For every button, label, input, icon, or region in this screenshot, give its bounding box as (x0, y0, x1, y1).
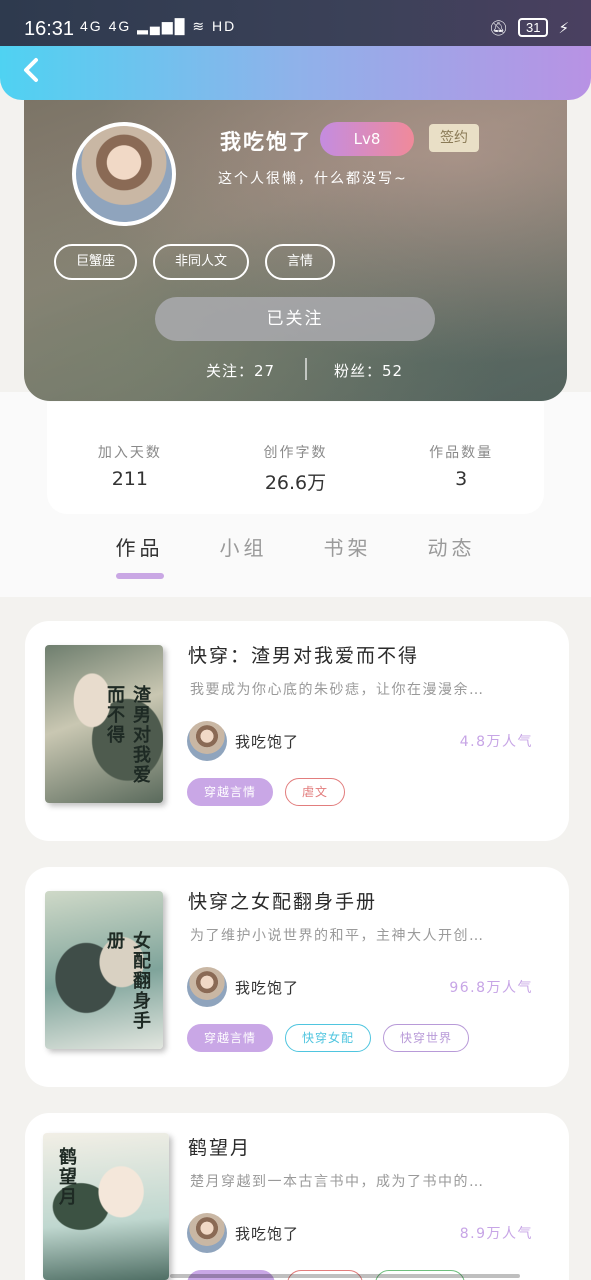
charging-icon: ⚡︎ (558, 18, 569, 37)
avatar[interactable] (72, 122, 176, 226)
popularity: 8.9万人气 (459, 1226, 533, 1242)
author-row: 我吃饱了 8.9万人气 (187, 1213, 547, 1253)
book-card[interactable]: 渣男对我爱而不得 快穿：渣男对我爱而不得 我要成为你心底的朱砂痣，让你在漫漫余…… (25, 621, 569, 841)
stat-label: 作品数量 (429, 445, 494, 461)
header-bar (0, 46, 591, 100)
author-name[interactable]: 我吃饱了 (235, 731, 299, 752)
stat-join-days: 加入天数 211 (60, 442, 200, 514)
tab-groups[interactable]: 小组 (220, 532, 268, 575)
battery-icon: 31 (517, 18, 549, 37)
book-title[interactable]: 快穿：渣男对我爱而不得 (188, 641, 419, 668)
book-tags: 穿越言情 快穿女配 快穿世界 (187, 1024, 470, 1052)
mute-icon: 🔕︎ (488, 18, 508, 37)
signal-icon: 4G 4G ▂▄▆█ ≋ HD (80, 18, 237, 34)
username: 我吃饱了 (220, 130, 312, 154)
home-indicator[interactable] (170, 1274, 520, 1278)
cover-title: 女配翻身手册 (104, 931, 151, 1031)
genre-tag[interactable]: 虐文 (285, 778, 346, 806)
stat-label: 加入天数 (97, 445, 162, 461)
stat-label: 创作字数 (263, 445, 328, 461)
book-tags: 穿越言情 虐文 (187, 778, 346, 806)
book-cover[interactable]: 鹤望月 (43, 1133, 169, 1280)
status-right: 🔕︎ 31 ⚡︎ (489, 18, 569, 37)
follow-stats: 关注：27 粉丝：52 (24, 356, 567, 386)
tab-bookshelf[interactable]: 书架 (324, 532, 372, 575)
tab-bar: 作品 小组 书架 动态 (0, 532, 591, 579)
profile-tag: 言情 (265, 244, 336, 280)
book-title[interactable]: 鹤望月 (188, 1133, 251, 1160)
book-card[interactable]: 女配翻身手册 快穿之女配翻身手册 为了维护小说世界的和平，主神大人开创… 我吃饱… (25, 867, 569, 1087)
bio: 这个人很懒，什么都没写~ (218, 171, 408, 187)
stat-value: 3 (455, 468, 468, 490)
book-desc: 我要成为你心底的朱砂痣，让你在漫漫余… (190, 682, 485, 698)
cover-title: 渣男对我爱而不得 (104, 685, 151, 785)
tab-active-indicator (115, 573, 164, 579)
stats-card: 加入天数 211 创作字数 26.6万 作品数量 3 (47, 402, 544, 514)
stat-works-count: 作品数量 3 (391, 442, 531, 514)
author-row: 我吃饱了 4.8万人气 (187, 721, 547, 761)
profile-tags: 巨蟹座 非同人文 言情 (54, 244, 336, 280)
stat-word-count: 创作字数 26.6万 (225, 442, 365, 514)
back-arrow-icon (24, 58, 38, 82)
divider (305, 358, 307, 380)
genre-tag[interactable]: 快穿世界 (383, 1024, 470, 1052)
book-desc: 为了维护小说世界的和平，主神大人开创… (190, 928, 485, 944)
genre-tag[interactable]: 快穿女配 (285, 1024, 372, 1052)
book-cover[interactable]: 女配翻身手册 (45, 891, 163, 1049)
avatar[interactable] (187, 721, 227, 761)
stat-value: 211 (111, 468, 148, 490)
book-card[interactable]: 鹤望月 鹤望月 楚月穿越到一本古言书中，成为了书中的… 我吃饱了 8.9万人气 (25, 1113, 569, 1280)
cover-title: 鹤望月 (56, 1147, 77, 1207)
genre-tag[interactable]: 穿越言情 (187, 778, 274, 806)
author-name[interactable]: 我吃饱了 (235, 1223, 299, 1244)
profile-tag: 非同人文 (153, 244, 250, 280)
stats-section: 加入天数 211 创作字数 26.6万 作品数量 3 作品 小组 书架 动态 (0, 392, 591, 597)
avatar[interactable] (187, 1213, 227, 1253)
popularity: 96.8万人气 (449, 980, 533, 996)
genre-tag[interactable]: 穿越言情 (187, 1024, 274, 1052)
book-title[interactable]: 快穿之女配翻身手册 (188, 887, 377, 914)
following-count[interactable]: 关注：27 (206, 360, 275, 381)
book-cover[interactable]: 渣男对我爱而不得 (45, 645, 163, 803)
fans-count[interactable]: 粉丝：52 (334, 360, 403, 381)
tab-works[interactable]: 作品 (115, 532, 164, 579)
avatar[interactable] (187, 967, 227, 1007)
follow-button[interactable]: 已关注 (155, 297, 435, 341)
status-time: 16:31 (24, 18, 75, 40)
hd-indicator: HD (212, 18, 237, 34)
book-desc: 楚月穿越到一本古言书中，成为了书中的… (190, 1174, 485, 1190)
level-badge: Lv8 (320, 122, 414, 156)
back-button[interactable] (18, 52, 48, 88)
stat-value: 26.6万 (264, 472, 327, 494)
author-row: 我吃饱了 96.8万人气 (187, 967, 547, 1007)
author-name[interactable]: 我吃饱了 (235, 977, 299, 998)
popularity: 4.8万人气 (459, 734, 533, 750)
tab-activity[interactable]: 动态 (428, 532, 476, 575)
signed-badge: 签约 (429, 124, 479, 152)
profile-card: 我吃饱了 Lv8 签约 这个人很懒，什么都没写~ 巨蟹座 非同人文 言情 已关注… (24, 98, 567, 401)
profile-tag: 巨蟹座 (54, 244, 138, 280)
